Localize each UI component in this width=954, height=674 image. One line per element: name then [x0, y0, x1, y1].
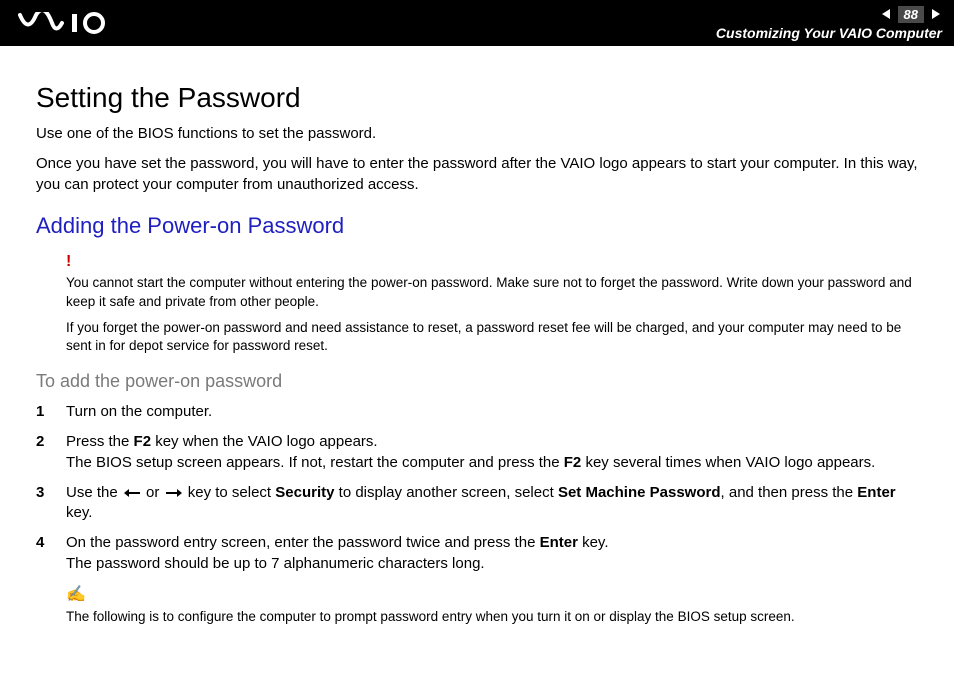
warning-p1: You cannot start the computer without en… — [66, 274, 918, 310]
note-icon: ✍ — [66, 584, 918, 606]
warning-p2: If you forget the power-on password and … — [66, 319, 918, 355]
page-number: 88 — [898, 6, 924, 23]
arrow-right-icon — [165, 487, 183, 499]
nav-next-icon[interactable] — [930, 8, 942, 20]
step-4: On the password entry screen, enter the … — [66, 533, 918, 574]
breadcrumb: Customizing Your VAIO Computer — [716, 25, 942, 41]
nav-prev-icon[interactable] — [880, 8, 892, 20]
page-title: Setting the Password — [36, 82, 918, 114]
intro-p1: Use one of the BIOS functions to set the… — [36, 124, 918, 144]
step-3: Use the or key to select Security to dis… — [66, 483, 918, 524]
section-heading: Adding the Power-on Password — [36, 213, 918, 239]
warning-icon: ! — [66, 251, 918, 273]
step-4-line1: On the password entry screen, enter the … — [66, 534, 609, 551]
step-1-text: Turn on the computer. — [66, 403, 212, 420]
page-nav: 88 — [880, 6, 942, 23]
step-2-line1: Press the F2 key when the VAIO logo appe… — [66, 433, 378, 450]
steps-list: Turn on the computer. Press the F2 key w… — [36, 402, 918, 574]
note-block: ✍ The following is to configure the comp… — [36, 584, 918, 626]
step-4-line2: The password should be up to 7 alphanume… — [66, 554, 918, 574]
intro-block: Use one of the BIOS functions to set the… — [36, 124, 918, 195]
step-2: Press the F2 key when the VAIO logo appe… — [66, 432, 918, 473]
step-2-line2: The BIOS setup screen appears. If not, r… — [66, 453, 918, 473]
warning-block: ! You cannot start the computer without … — [36, 251, 918, 355]
header-right: 88 Customizing Your VAIO Computer — [716, 6, 942, 41]
content: Setting the Password Use one of the BIOS… — [0, 46, 954, 656]
step-1: Turn on the computer. — [66, 402, 918, 422]
header-bar: 88 Customizing Your VAIO Computer — [0, 0, 954, 46]
arrow-left-icon — [123, 487, 141, 499]
vaio-logo — [18, 12, 128, 34]
note-p1: The following is to configure the comput… — [66, 608, 918, 626]
intro-p2: Once you have set the password, you will… — [36, 154, 918, 195]
subheading: To add the power-on password — [36, 371, 918, 392]
step-3-line1: Use the or key to select Security to dis… — [66, 484, 896, 521]
